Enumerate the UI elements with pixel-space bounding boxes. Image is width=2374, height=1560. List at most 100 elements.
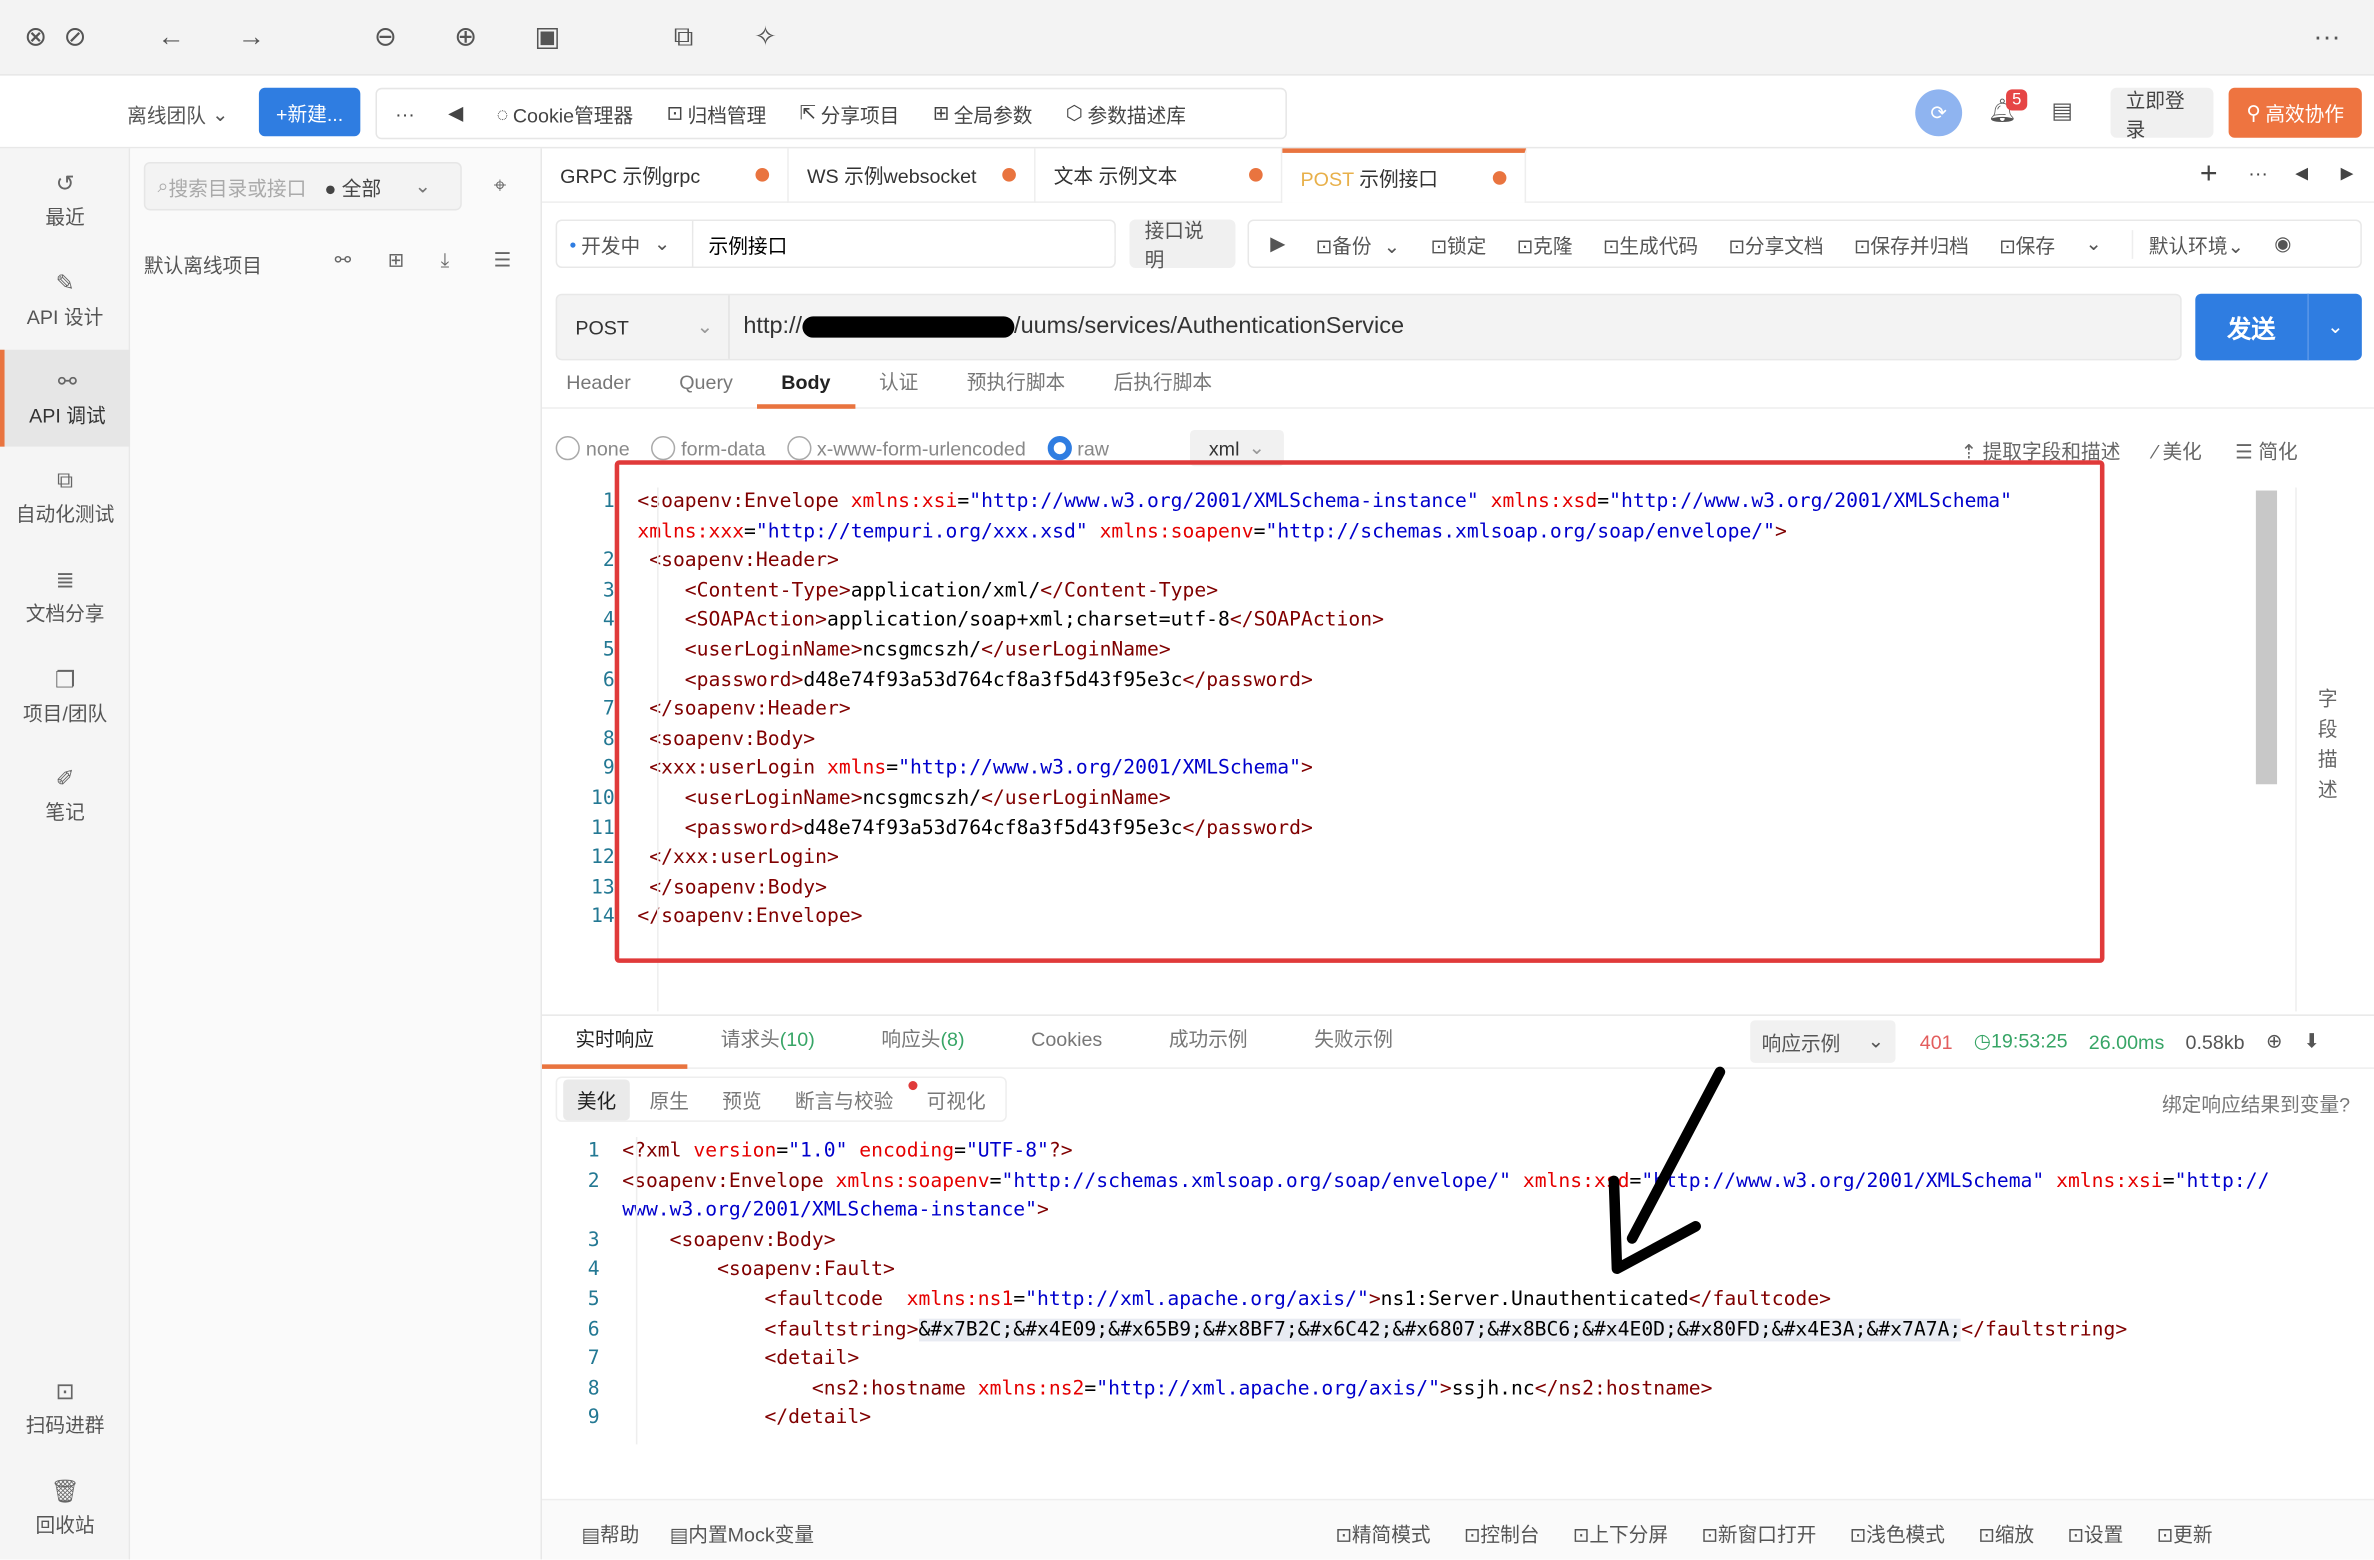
team-selector[interactable]: 离线团队 ⌄ (127, 100, 228, 129)
close-icon[interactable]: ⊗ (24, 21, 47, 53)
request-tab-0[interactable]: Header (542, 360, 655, 408)
footer-split[interactable]: ⊡上下分屏 (1573, 1519, 1668, 1548)
body-mode-none[interactable]: none (555, 436, 630, 461)
footer-font-size[interactable]: ⊡缩放 (1978, 1519, 2034, 1548)
chevron-down-icon[interactable]: ⌄ (2307, 293, 2362, 361)
back-icon[interactable]: ← (157, 21, 184, 53)
method-select[interactable]: POST ⌄ (557, 295, 730, 359)
globe-icon[interactable]: ⊕ (2266, 1030, 2283, 1054)
action-clone[interactable]: ⊡克隆 (1517, 229, 1573, 258)
action-save-archive[interactable]: ⊡保存并归档 (1854, 229, 1969, 258)
new-button[interactable]: +新建... (258, 87, 361, 137)
zoom-out-icon[interactable]: ⊖ (374, 21, 397, 53)
fit-icon[interactable]: ▣ (534, 21, 560, 53)
response-tab-4[interactable]: 成功示例 (1136, 1014, 1281, 1069)
bind-response-link[interactable]: 绑定响应结果到变量? (2162, 1089, 2350, 1118)
more-icon[interactable]: ··· (395, 102, 415, 125)
response-example-select[interactable]: 响应示例 ⌄ (1750, 1020, 1896, 1063)
save-dropdown-icon[interactable]: ⌄ (2085, 232, 2102, 256)
footer-mock[interactable]: ▤内置Mock变量 (670, 1519, 814, 1548)
tab-3[interactable]: POST 示例接口 (1282, 147, 1527, 203)
recycle-bin[interactable]: 🗑︎ 回收站 (0, 1459, 130, 1556)
locate-icon[interactable]: ⌖ (494, 173, 507, 199)
response-tab-0[interactable]: 实时响应 (542, 1014, 688, 1069)
request-tab-4[interactable]: 预执行脚本 (943, 360, 1090, 408)
send-button[interactable]: 发送 ⌄ (2195, 293, 2362, 361)
nav-item-0[interactable]: ↺ 最近 (0, 151, 130, 248)
status-select[interactable]: ● 开发中 ⌄ (557, 221, 694, 267)
login-button[interactable]: 立即登录 (2110, 87, 2214, 140)
editor-scrollbar[interactable] (2255, 490, 2278, 785)
footer-compact[interactable]: ⊡精简模式 (1335, 1519, 1430, 1548)
field-description-tab[interactable]: 字段描述 (2318, 684, 2339, 805)
simplify-button[interactable]: ☰ 简化 (2235, 436, 2298, 465)
tab-2[interactable]: 文本 示例文本 (1036, 147, 1283, 203)
minimize-icon[interactable]: ⊘ (64, 21, 87, 53)
view-tab-3[interactable]: 断言与校验 (781, 1079, 907, 1120)
project-name[interactable]: 默认离线项目 (144, 250, 262, 279)
request-tab-2[interactable]: Body (757, 360, 855, 409)
footer-theme[interactable]: ⊡浅色模式 (1850, 1519, 1945, 1548)
run-icon[interactable]: ▶ (1270, 232, 1285, 256)
tab-more-icon[interactable]: ··· (2248, 162, 2268, 185)
body-mode-x-www-form-urlencoded[interactable]: x-www-form-urlencoded (786, 436, 1026, 461)
api-name-input[interactable] (693, 232, 1115, 256)
request-tab-1[interactable]: Query (655, 360, 757, 408)
body-mode-form-data[interactable]: form-data (650, 436, 765, 461)
footer-update[interactable]: ⊡更新 (2157, 1519, 2213, 1548)
request-tab-3[interactable]: 认证 (855, 360, 943, 408)
footer-console[interactable]: ⊡控制台 (1464, 1519, 1540, 1548)
cookie-manager-button[interactable]: ◌ Cookie管理器 (497, 99, 634, 128)
footer-help[interactable]: ▤帮助 (581, 1519, 639, 1548)
filter-select[interactable]: ● 全部 (324, 172, 381, 201)
view-tab-4[interactable]: 可视化 (913, 1079, 999, 1120)
search-input[interactable]: ⌕ 搜索目录或接口 ● 全部 ⌄ (143, 161, 462, 211)
response-tab-2[interactable]: 响应头(8) (848, 1014, 998, 1069)
tab-next-icon[interactable]: ▶ (2341, 164, 2354, 183)
add-api-icon[interactable]: ⚯ (335, 248, 352, 272)
share-project-button[interactable]: ⇱ 分享项目 (800, 99, 900, 128)
nav-item-1[interactable]: ✎ API 设计 (0, 251, 130, 348)
nav-item-6[interactable]: ✐ 笔记 (0, 746, 130, 843)
nav-item-2[interactable]: ⚯ API 调试 (0, 349, 131, 447)
view-tab-2[interactable]: 预览 (709, 1079, 776, 1120)
import-icon[interactable]: ⤓ (441, 248, 450, 272)
notes-icon[interactable]: ▤ (2051, 97, 2072, 124)
response-tab-5[interactable]: 失败示例 (1281, 1014, 1426, 1069)
sync-icon[interactable]: ⟳ (1915, 89, 1963, 137)
global-params-button[interactable]: ⊞ 全局参数 (933, 99, 1033, 128)
magic-icon[interactable]: ✧ (754, 21, 777, 53)
menu-icon[interactable]: ☰ (494, 248, 512, 272)
param-library-button[interactable]: ⬡ 参数描述库 (1066, 99, 1186, 128)
view-tab-1[interactable]: 原生 (636, 1079, 703, 1120)
collapse-left-icon[interactable]: ◀ (448, 101, 463, 125)
request-tab-5[interactable]: 后执行脚本 (1089, 360, 1236, 408)
archive-button[interactable]: ⊡ 归档管理 (666, 99, 766, 128)
response-body-viewer[interactable]: 1 <?xml version="1.0" encoding="UTF-8"?> 2… (542, 1137, 2359, 1444)
response-tab-1[interactable]: 请求头(10) (687, 1014, 848, 1069)
add-tab-icon[interactable]: + (2200, 157, 2218, 192)
nav-item-4[interactable]: ≣ 文档分享 (0, 548, 130, 645)
api-doc-button[interactable]: 接口说明 (1129, 219, 1236, 271)
tab-prev-icon[interactable]: ◀ (2295, 164, 2308, 183)
footer-new-window[interactable]: ⊡新窗口打开 (1701, 1519, 1816, 1548)
view-tab-0[interactable]: 美化 (563, 1078, 630, 1120)
action-lock[interactable]: ⊡锁定 (1430, 229, 1486, 258)
rotate-icon[interactable]: ⧉ (674, 21, 693, 53)
response-tab-3[interactable]: Cookies (998, 1014, 1136, 1069)
new-folder-icon[interactable]: ⊞ (388, 248, 405, 272)
footer-settings[interactable]: ⊡设置 (2067, 1519, 2123, 1548)
more-icon[interactable]: ··· (2313, 21, 2340, 53)
body-mode-raw[interactable]: raw (1047, 436, 1109, 461)
nav-item-3[interactable]: ⧉ 自动化测试 (0, 449, 130, 546)
url-input[interactable]: http:// /uums/services/AuthenticationServ… (730, 313, 1404, 340)
action-save[interactable]: ⊡保存 (1999, 229, 2055, 258)
collab-button[interactable]: ⚲ 高效协作 (2228, 87, 2362, 138)
download-icon[interactable]: ⬇ (2304, 1030, 2321, 1054)
action-share-doc[interactable]: ⊡分享文档 (1728, 229, 1823, 258)
tab-1[interactable]: WS 示例websocket (789, 147, 1036, 203)
tab-0[interactable]: GRPC 示例grpc (542, 147, 789, 203)
eye-icon[interactable]: ◉ (2274, 232, 2291, 256)
env-select[interactable]: 默认环境⌄ (2132, 229, 2244, 259)
zoom-in-icon[interactable]: ⊕ (454, 21, 477, 53)
